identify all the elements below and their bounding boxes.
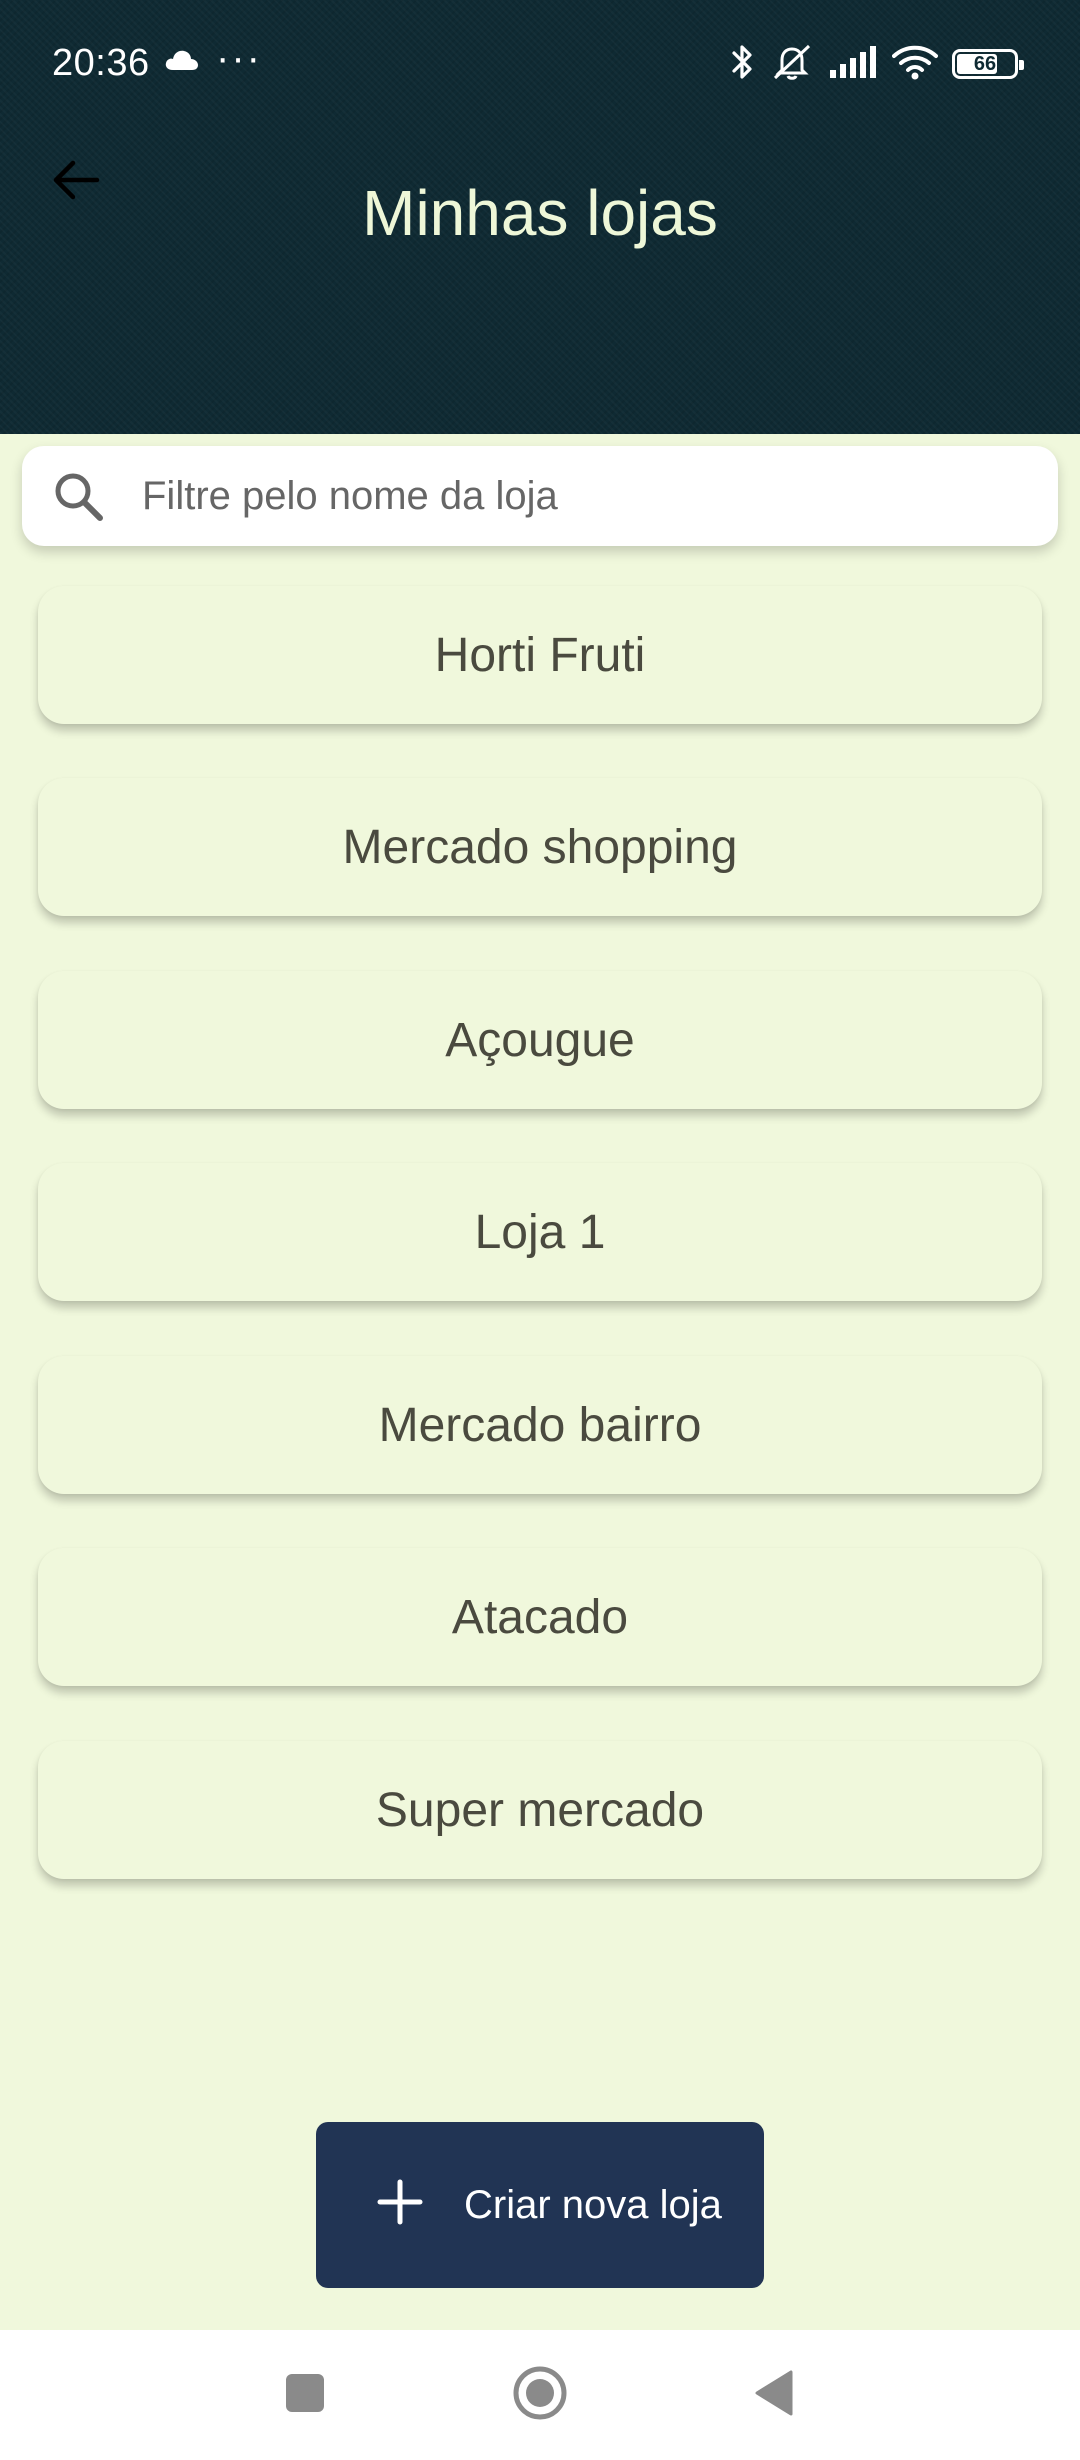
- header: 20:36 ··· 66 Minhas lojas: [0, 0, 1080, 434]
- more-notifications-icon: ···: [216, 36, 262, 80]
- triangle-back-icon: [751, 2368, 795, 2423]
- status-bar: 20:36 ··· 66: [0, 0, 1080, 130]
- signal-icon: [828, 44, 878, 85]
- battery-icon: 66: [952, 49, 1024, 79]
- store-item-super-mercado[interactable]: Super mercado: [38, 1741, 1042, 1879]
- circle-icon: [511, 2364, 569, 2427]
- create-store-button[interactable]: Criar nova loja: [316, 2122, 764, 2288]
- store-item-mercado-shopping[interactable]: Mercado shopping: [38, 778, 1042, 916]
- system-nav-bar: [0, 2330, 1080, 2460]
- plus-icon: [376, 2178, 424, 2231]
- bluetooth-icon: [730, 42, 756, 87]
- store-item-atacado[interactable]: Atacado: [38, 1548, 1042, 1686]
- create-store-label: Criar nova loja: [464, 2183, 722, 2227]
- battery-level: 66: [973, 52, 997, 75]
- search-bar[interactable]: [22, 446, 1058, 546]
- silent-bell-icon: [770, 42, 814, 87]
- square-icon: [283, 2371, 327, 2420]
- status-time: 20:36: [52, 42, 150, 84]
- page-title: Minhas lojas: [362, 177, 718, 249]
- system-back-button[interactable]: [738, 2360, 808, 2430]
- status-icons: 66: [730, 42, 1024, 87]
- screen: 20:36 ··· 66 Minhas lojas Filtre pelo no…: [0, 0, 1080, 2460]
- store-item-mercado-bairro[interactable]: Mercado bairro: [38, 1356, 1042, 1494]
- store-item-loja-1[interactable]: Loja 1: [38, 1163, 1042, 1301]
- wifi-icon: [892, 44, 938, 85]
- cloud-icon: [164, 48, 200, 77]
- home-button[interactable]: [505, 2360, 575, 2430]
- recents-button[interactable]: [270, 2360, 340, 2430]
- store-item-acougue[interactable]: Açougue: [38, 971, 1042, 1109]
- search-input[interactable]: [142, 446, 1022, 546]
- store-item-horti-fruti[interactable]: Horti Fruti: [38, 586, 1042, 724]
- search-icon: [52, 470, 106, 529]
